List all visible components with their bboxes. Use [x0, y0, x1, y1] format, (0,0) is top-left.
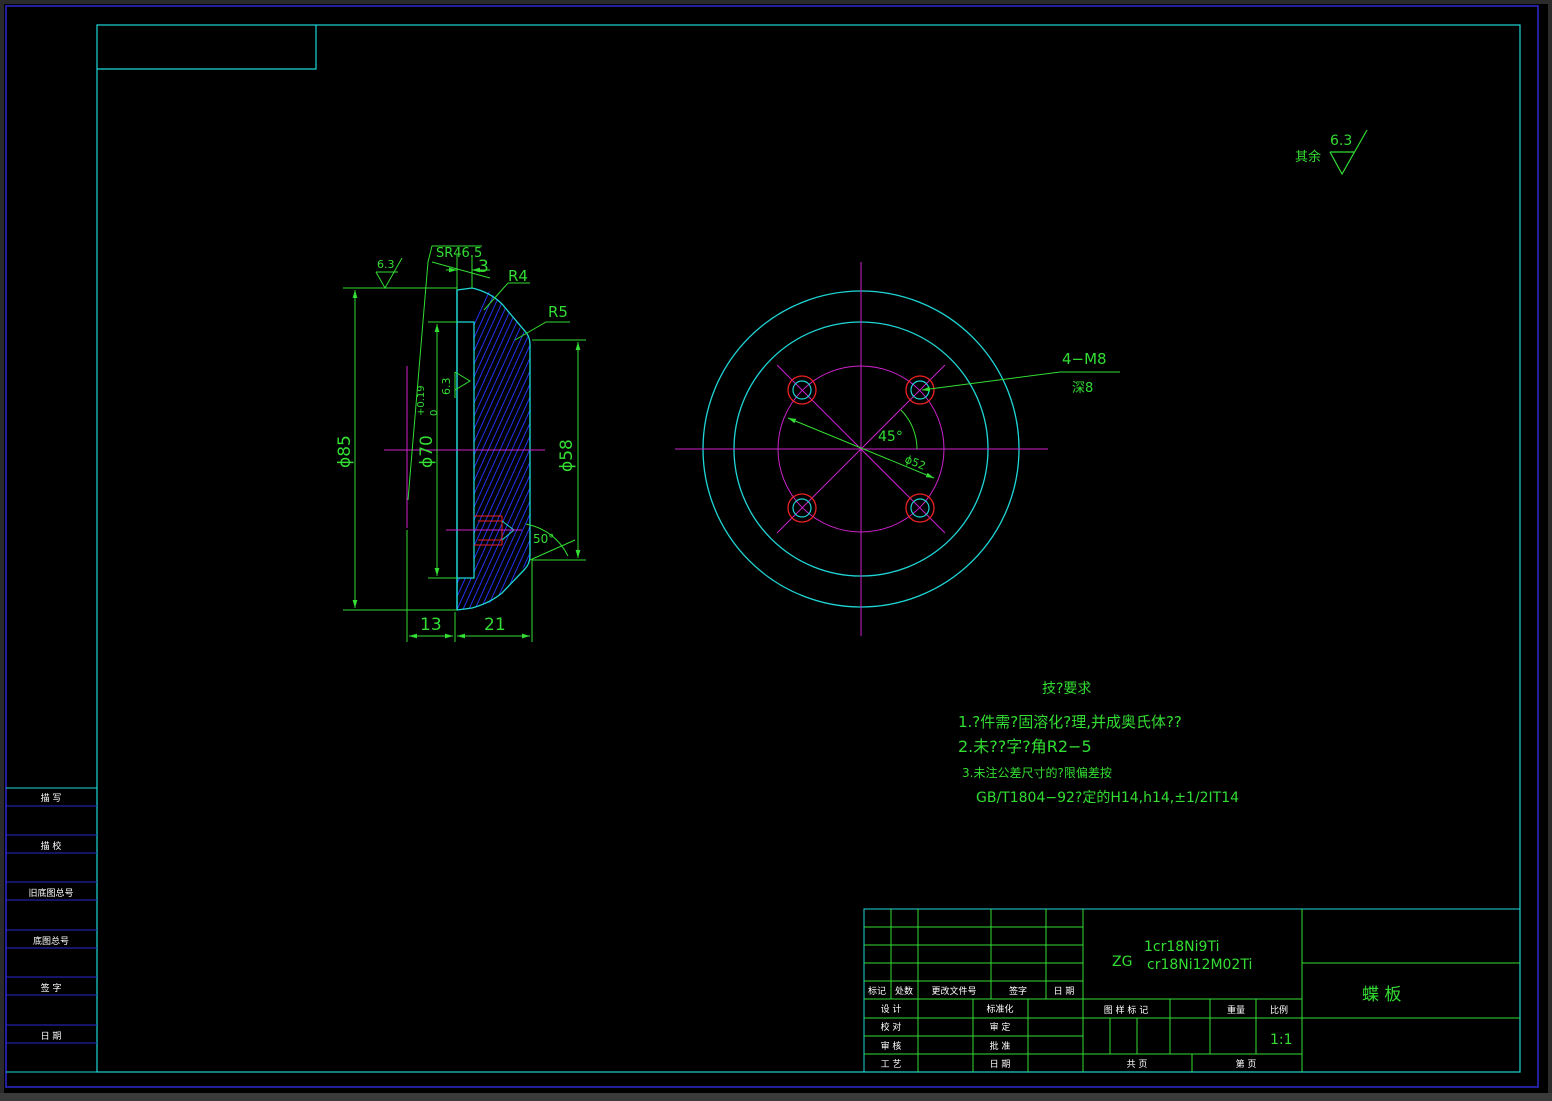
info-scale: 比例	[1270, 1004, 1288, 1016]
hatch-line	[457, 288, 530, 492]
hatch-line	[457, 564, 530, 610]
hatch-line	[457, 288, 530, 505]
hatch-line	[457, 447, 530, 610]
top-left-box	[97, 25, 317, 70]
dim-21-label: 21	[484, 615, 506, 635]
rev-header-count: 处数	[895, 985, 913, 997]
tech-title: 技?要求	[1042, 681, 1091, 697]
hatch-line	[457, 356, 530, 610]
sign-design: 设 计	[881, 1003, 902, 1015]
tech-line-1: 1.?件需?固溶化?理,并成奥氏体??	[958, 713, 1182, 731]
angle50-label: 50°	[533, 532, 554, 546]
tech-line-2: 2.未??字?角R2−5	[958, 737, 1092, 756]
hatch-line	[457, 434, 530, 610]
hatch-line	[457, 288, 530, 427]
side-row-5: 签 字	[41, 982, 62, 994]
dia70-label: ϕ70	[417, 435, 437, 468]
window-status-bar	[0, 1093, 1552, 1101]
hatch-line	[457, 421, 530, 610]
dia85-label: ϕ85	[335, 435, 355, 468]
side-row-3: 旧底图总号	[28, 887, 73, 899]
sheet-number: 第 页	[1236, 1058, 1257, 1070]
sign-review: 审 核	[881, 1040, 902, 1052]
side-row-4: 底图总号	[33, 935, 69, 947]
hatch-line	[457, 551, 530, 610]
dim-3-label: 3	[478, 257, 489, 277]
sign-ratify: 批 准	[990, 1040, 1011, 1052]
hatch-line	[457, 525, 530, 610]
side-binding-table	[6, 787, 98, 1073]
sr-label: SR46.5	[436, 246, 482, 261]
outer-border	[5, 5, 1539, 1088]
rev-header-doc: 更改文件号	[931, 985, 976, 997]
rev-header-date: 日 期	[1054, 986, 1075, 997]
tol-lower-label: 0	[429, 410, 440, 416]
hatch-line	[457, 343, 530, 609]
section-outline	[456, 287, 531, 611]
tech-line-4: GB/T1804−92?定的H14,h14,±1/2IT14	[976, 790, 1239, 806]
hatch-line	[457, 603, 530, 610]
roughness-top-value: 6.3	[377, 258, 395, 271]
hatch-line	[457, 288, 530, 531]
pcd-label: ϕ52	[903, 453, 928, 473]
sign-date: 日 期	[990, 1059, 1011, 1070]
side-row-6: 日 期	[41, 1031, 62, 1042]
hatch-line	[457, 512, 530, 610]
sign-approve: 审 定	[990, 1021, 1011, 1033]
roughness-note-value: 6.3	[1330, 133, 1352, 149]
dia58-label: ϕ58	[557, 439, 577, 472]
tech-requirements: 技?要求 1.?件需?固溶化?理,并成奥氏体?? 2.未??字?角R2−5 3.…	[958, 681, 1239, 806]
cad-drawing-canvas[interactable]: 描 写 描 校 旧底图总号 底图总号 签 字 日 期 其余 6.3 SR46.5…	[0, 0, 1552, 1101]
hatch-line	[457, 288, 530, 544]
scale-value: 1:1	[1270, 1032, 1293, 1048]
hatch-line	[457, 288, 530, 440]
hatch-line	[457, 330, 530, 596]
sign-check: 校 对	[881, 1021, 902, 1033]
rev-header-mark: 标记	[868, 985, 886, 997]
hatch-line	[440, 617, 560, 881]
depth-label: 深8	[1072, 381, 1093, 396]
total-sheets: 共 页	[1127, 1059, 1148, 1070]
info-weight: 重量	[1227, 1004, 1245, 1016]
side-section-view[interactable]: SR46.5 3 R4 R5 6.3 6.3 ϕ85 ϕ70 +0.19 0 ϕ…	[335, 136, 586, 894]
hatch-line	[457, 288, 530, 466]
side-row-1: 描 写	[41, 792, 62, 804]
roughness-note-label: 其余	[1295, 149, 1321, 165]
hatch-line	[457, 288, 530, 453]
angle45-label: 45°	[878, 429, 903, 445]
roughness-inner-value: 6.3	[440, 378, 453, 396]
material-prefix: ZG	[1112, 954, 1132, 970]
r5-label: R5	[548, 303, 568, 321]
info-mark: 图 样 标 记	[1104, 1004, 1149, 1016]
sign-process: 工 艺	[881, 1059, 902, 1070]
hatch-line	[457, 460, 530, 610]
tol-upper-label: +0.19	[416, 385, 427, 416]
sign-standard: 标准化	[986, 1003, 1013, 1015]
front-view[interactable]: 4−M8 深8 45° ϕ52	[675, 262, 1120, 636]
drawing-frame	[96, 24, 1521, 1073]
tech-line-3: 3.未注公差尺寸的?限偏差按	[962, 765, 1112, 780]
hatch-line	[457, 288, 530, 401]
side-row-2: 描 校	[41, 840, 62, 852]
part-name: 蝶 板	[1362, 985, 1401, 1005]
holes-label: 4−M8	[1062, 350, 1107, 368]
roughness-note: 其余 6.3	[1295, 129, 1368, 176]
rev-header-sign: 签字	[1009, 985, 1027, 997]
material-line-2: cr18Ni12M02Ti	[1147, 957, 1252, 973]
hatch-line	[457, 473, 530, 610]
r4-label: R4	[508, 267, 528, 285]
hatch-line	[457, 382, 530, 610]
dim-13-label: 13	[420, 615, 442, 635]
material-line-1: 1cr18Ni9Ti	[1144, 939, 1219, 955]
hatch-line	[440, 630, 560, 894]
